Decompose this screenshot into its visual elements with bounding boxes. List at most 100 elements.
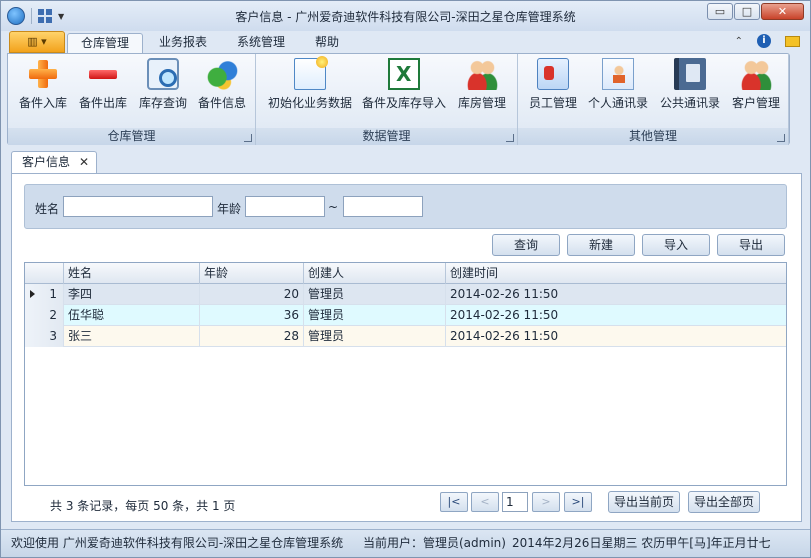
export-all-pages-button[interactable]: 导出全部页 xyxy=(688,491,760,513)
status-welcome: 欢迎使用 广州爱奇迪软件科技有限公司-深田之星仓库管理系统 xyxy=(11,536,344,550)
column-header-created[interactable]: 创建时间 xyxy=(446,263,786,284)
tab-help[interactable]: 帮助 xyxy=(301,33,353,53)
public-contacts-button[interactable]: 公共通讯录 xyxy=(656,58,724,111)
group-launcher-icon[interactable] xyxy=(506,134,514,142)
range-separator: ~ xyxy=(328,200,339,214)
name-label: 姓名 xyxy=(35,202,60,216)
people-icon xyxy=(740,58,772,90)
public-contacts-label: 公共通讯录 xyxy=(659,96,720,110)
inventory-query-button[interactable]: 库存查询 xyxy=(134,58,192,111)
customer-table: 姓名 年龄 创建人 创建时间 1 李四 20 管理员 2014-02-26 11… xyxy=(24,262,787,486)
mail-icon[interactable] xyxy=(785,35,800,47)
parts-info-button[interactable]: 备件信息 xyxy=(193,58,251,111)
ribbon-group-label: 其他管理 xyxy=(518,128,788,145)
row-index[interactable]: 2 xyxy=(25,305,64,326)
tab-warehouse[interactable]: 仓库管理 xyxy=(67,33,143,54)
table-header: 姓名 年龄 创建人 创建时间 xyxy=(25,263,786,284)
collapse-ribbon-icon[interactable]: ⌃ xyxy=(735,36,743,47)
stock-in-button[interactable]: 备件入库 xyxy=(14,58,72,111)
cell-created[interactable]: 2014-02-26 11:50 xyxy=(446,284,786,305)
minus-icon xyxy=(87,58,119,90)
personal-contacts-label: 个人通讯录 xyxy=(587,96,648,110)
customer-manage-button[interactable]: 客户管理 xyxy=(728,58,784,111)
status-user: 当前用户：管理员(admin) xyxy=(363,536,506,550)
status-date: 2014年2月26日星期三 农历甲午[马]年正月廿七 xyxy=(512,536,771,550)
page-number-input[interactable]: 1 xyxy=(502,492,528,512)
status-bar: 欢迎使用 广州爱奇迪软件科技有限公司-深田之星仓库管理系统 当前用户：管理员(a… xyxy=(1,529,810,557)
cell-name[interactable]: 李四 xyxy=(64,284,200,305)
init-data-label: 初始化业务数据 xyxy=(267,96,352,110)
cell-created[interactable]: 2014-02-26 11:50 xyxy=(446,326,786,347)
close-tab-icon[interactable]: ✕ xyxy=(79,152,89,173)
customer-manage-label: 客户管理 xyxy=(731,96,780,110)
prev-page-button[interactable]: < xyxy=(471,492,499,512)
info-icon[interactable]: i xyxy=(757,34,771,48)
age-label: 年龄 xyxy=(217,202,242,216)
cell-name[interactable]: 张三 xyxy=(64,326,200,347)
application-menu-button[interactable]: ▥ ▾ xyxy=(9,31,65,53)
next-page-button[interactable]: > xyxy=(532,492,560,512)
query-button[interactable]: 查询 xyxy=(492,234,560,256)
row-index[interactable]: 3 xyxy=(25,326,64,347)
doc-star-icon xyxy=(294,56,328,90)
cell-creator[interactable]: 管理员 xyxy=(304,326,446,347)
ribbon-group-label: 数据管理 xyxy=(256,128,517,145)
row-index[interactable]: 1 xyxy=(25,284,64,305)
table-row[interactable]: 1 李四 20 管理员 2014-02-26 11:50 xyxy=(25,284,786,305)
plus-icon xyxy=(27,58,59,90)
stock-out-label: 备件出库 xyxy=(78,96,127,110)
cell-age[interactable]: 28 xyxy=(200,326,304,347)
age-from-input[interactable] xyxy=(245,196,325,217)
doc-tab-label: 客户信息 xyxy=(22,155,71,169)
ribbon-group-data: 初始化业务数据 备件及库存导入 库房管理 数据管理 xyxy=(256,54,518,145)
pager-bar: 共 3 条记录，每页 50 条，共 1 页 |< < 1 > >| 导出当前页 … xyxy=(12,490,801,518)
group-launcher-icon[interactable] xyxy=(244,134,252,142)
contact-card-icon xyxy=(602,58,634,90)
export-button[interactable]: 导出 xyxy=(717,234,785,256)
column-header-creator[interactable]: 创建人 xyxy=(304,263,446,284)
import-button[interactable]: 导入 xyxy=(642,234,710,256)
restore-button[interactable]: □ xyxy=(734,3,760,20)
parts-icon xyxy=(206,58,238,90)
cell-created[interactable]: 2014-02-26 11:50 xyxy=(446,305,786,326)
cell-age[interactable]: 20 xyxy=(200,284,304,305)
people-icon xyxy=(466,58,498,90)
export-current-page-button[interactable]: 导出当前页 xyxy=(608,491,680,513)
inventory-query-label: 库存查询 xyxy=(138,96,187,110)
column-header-age[interactable]: 年龄 xyxy=(200,263,304,284)
ribbon-group-label: 仓库管理 xyxy=(8,128,255,145)
cell-creator[interactable]: 管理员 xyxy=(304,284,446,305)
name-input[interactable] xyxy=(63,196,213,217)
tab-system[interactable]: 系统管理 xyxy=(225,33,297,53)
age-to-input[interactable] xyxy=(343,196,423,217)
group-launcher-icon[interactable] xyxy=(777,134,785,142)
app-menu-icon: ▥ ▾ xyxy=(27,35,47,48)
import-parts-button[interactable]: 备件及库存导入 xyxy=(360,58,448,111)
ribbon-group-warehouse: 备件入库 备件出库 库存查询 备件信息 仓库管理 xyxy=(8,54,256,145)
first-page-button[interactable]: |< xyxy=(440,492,468,512)
stock-in-label: 备件入库 xyxy=(18,96,67,110)
minimize-button[interactable]: ▭ xyxy=(707,3,733,20)
cell-creator[interactable]: 管理员 xyxy=(304,305,446,326)
close-button[interactable]: ✕ xyxy=(761,3,804,20)
tab-customer-info[interactable]: 客户信息 ✕ xyxy=(11,151,97,174)
address-book-icon xyxy=(674,58,706,90)
ribbon-panel: 备件入库 备件出库 库存查询 备件信息 仓库管理 初始化业务数据 X 备件及库存… xyxy=(7,53,790,145)
personal-contacts-button[interactable]: 个人通讯录 xyxy=(584,58,652,111)
table-row[interactable]: 3 张三 28 管理员 2014-02-26 11:50 xyxy=(25,326,786,347)
ribbon-tab-bar: ▥ ▾ 仓库管理 业务报表 系统管理 帮助 ⌃ i xyxy=(1,31,810,54)
tab-reports[interactable]: 业务报表 xyxy=(147,33,219,53)
cell-age[interactable]: 36 xyxy=(200,305,304,326)
cell-name[interactable]: 伍华聪 xyxy=(64,305,200,326)
last-page-button[interactable]: >| xyxy=(564,492,592,512)
table-row[interactable]: 2 伍华聪 36 管理员 2014-02-26 11:50 xyxy=(25,305,786,326)
current-row-pointer-icon xyxy=(30,290,35,298)
stock-out-button[interactable]: 备件出库 xyxy=(74,58,132,111)
search-doc-icon xyxy=(147,58,179,90)
warehouse-manage-button[interactable]: 库房管理 xyxy=(452,58,512,111)
new-button[interactable]: 新建 xyxy=(567,234,635,256)
column-header-name[interactable]: 姓名 xyxy=(64,263,200,284)
init-data-button[interactable]: 初始化业务数据 xyxy=(264,56,356,111)
excel-icon xyxy=(388,58,420,90)
employee-manage-button[interactable]: 员工管理 xyxy=(526,58,580,111)
